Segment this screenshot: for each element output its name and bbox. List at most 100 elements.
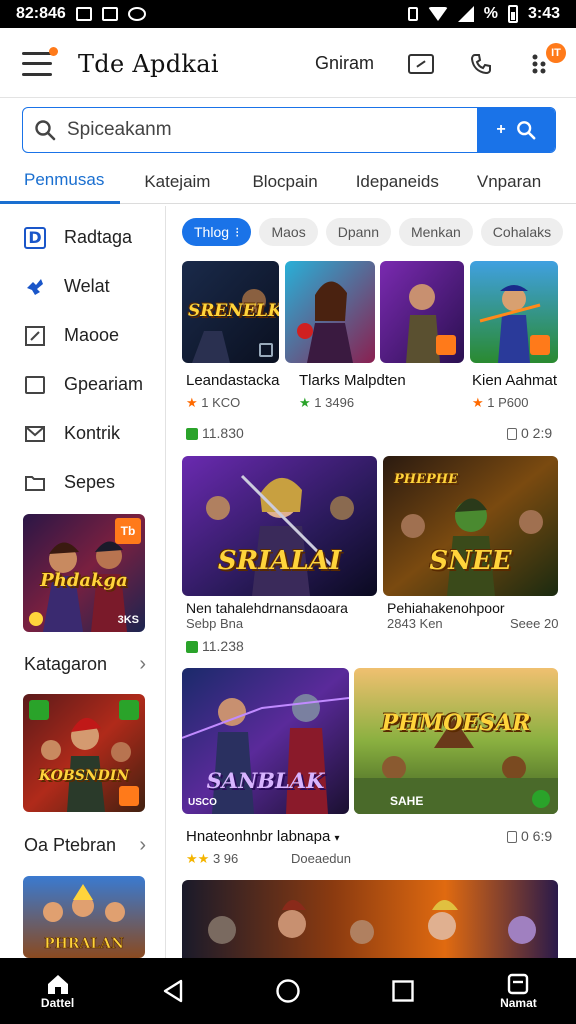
feature-sub: Doeaedun xyxy=(291,851,351,866)
chip-dpann[interactable]: Dpann xyxy=(325,218,391,246)
chat-icon xyxy=(127,7,146,21)
sidebar-item-gpeariam[interactable]: Gpeariam xyxy=(0,360,165,409)
nav-home-button[interactable]: Dattel xyxy=(0,958,115,1024)
feature-title-text: Hnateonhnbr labnapa xyxy=(186,828,331,845)
chevron-right-icon: › xyxy=(139,653,146,675)
chip-label: Thlog xyxy=(194,224,230,240)
promo-tag: 3KS xyxy=(117,614,139,626)
feature-art-text: SANBLAK xyxy=(206,768,325,793)
sidebar-section-katagaron[interactable]: Katagaron › xyxy=(24,653,146,676)
cast-icon[interactable] xyxy=(408,53,434,75)
nav-recents-button[interactable] xyxy=(346,958,461,1024)
home-icon xyxy=(47,975,68,994)
section-title: Katagaron xyxy=(24,654,108,674)
feature-art-top: PHEPHE xyxy=(394,472,458,487)
promo-badge: Tb xyxy=(115,518,141,544)
tab-idepaneids[interactable]: Idepaneids xyxy=(334,160,455,204)
system-nav-bar: Dattel Namat xyxy=(0,958,576,1024)
search-input[interactable] xyxy=(67,119,477,141)
main-content: Thlog ⁝ Maos Dpann Menkan Cohalaks SRENEL… xyxy=(167,206,576,958)
status-time-right: 3:43 xyxy=(527,5,560,22)
feature-title: Pehiahakenohpoor xyxy=(387,600,505,616)
vibrate-icon xyxy=(407,7,418,21)
sidebar: D Radtaga Welat Maooe Gpeariam Kontrik S… xyxy=(0,206,166,958)
sidebar-promo-card-3[interactable]: PHRALAN xyxy=(23,876,145,958)
card-badge-icon xyxy=(530,335,550,355)
tab-penmusas[interactable]: Penmusas xyxy=(0,160,121,204)
tab-katejaim[interactable]: Katejaim xyxy=(120,160,226,204)
card-art-text: SRENELK xyxy=(188,301,279,321)
game-card[interactable] xyxy=(470,261,558,363)
sidebar-item-label: Sepes xyxy=(64,472,116,492)
sidebar-item-label: Kontrik xyxy=(64,423,121,443)
d-logo-icon: D xyxy=(24,226,46,249)
square-icon xyxy=(25,375,45,394)
game-card[interactable]: SRENELK xyxy=(182,261,279,363)
promo-artwork-3: PHRALAN xyxy=(23,876,145,958)
card-title: Kien Aahmat xyxy=(472,372,558,389)
card-logo-icon xyxy=(259,343,273,357)
chip-maos[interactable]: Maos xyxy=(259,218,318,246)
banner-card[interactable] xyxy=(182,880,558,958)
promo-title-art-2: KOBSNDIN xyxy=(38,768,130,784)
rating-value: 1 KCO xyxy=(201,395,241,410)
rating-value: 3 96 xyxy=(212,851,239,866)
nav-back-button[interactable] xyxy=(115,958,230,1024)
promo-logo-icon xyxy=(29,612,43,626)
promo-corner-icon xyxy=(119,700,139,720)
card-title: Tlarks Malpdten xyxy=(299,372,406,389)
feature-card[interactable]: PHEPHE SNEE xyxy=(383,456,558,596)
row-meta-left: 11.830 xyxy=(186,425,244,441)
wifi-icon xyxy=(427,7,448,21)
inbox-icon xyxy=(508,973,529,995)
nav-right-button[interactable]: Namat xyxy=(461,958,576,1024)
plus-icon: + xyxy=(496,121,506,138)
sidebar-item-kontrik[interactable]: Kontrik xyxy=(0,409,165,458)
feature-art-text: SNEE xyxy=(429,546,512,576)
chip-cohalaks[interactable]: Cohalaks xyxy=(480,218,564,246)
sidebar-item-radtaga[interactable]: D Radtaga xyxy=(0,213,165,262)
phone-icon[interactable] xyxy=(468,53,494,75)
chevron-right-icon: › xyxy=(139,834,146,856)
feature-card[interactable]: SRIALAI xyxy=(182,456,377,596)
promo-title-art: Phdakga xyxy=(40,570,128,591)
search-button[interactable]: + xyxy=(477,108,555,152)
chip-menkan[interactable]: Menkan xyxy=(398,218,473,246)
star-icon: ★ xyxy=(299,395,311,410)
sidebar-item-sepes[interactable]: Sepes xyxy=(0,458,165,507)
search-button-icon xyxy=(516,121,536,140)
feature-meta-right: 0 6:9 xyxy=(507,828,552,844)
game-card[interactable] xyxy=(285,261,375,363)
promo-corner-icon xyxy=(29,700,49,720)
sidebar-promo-card[interactable]: Tb Phdakga 3KS xyxy=(23,514,145,632)
verified-icon xyxy=(186,641,198,654)
sidebar-item-maooe[interactable]: Maooe xyxy=(0,311,165,360)
tab-vnparan[interactable]: Vnparan xyxy=(455,160,557,204)
card-badge-icon xyxy=(532,790,550,808)
tab-blocpain[interactable]: Blocpain xyxy=(226,160,333,204)
battery-icon xyxy=(507,5,518,23)
game-card[interactable] xyxy=(380,261,464,363)
card-title: Leandastacka xyxy=(186,372,280,389)
svg-text:PHRALAN: PHRALAN xyxy=(44,936,124,952)
feature-card[interactable]: SANBLAK USCO xyxy=(182,668,349,814)
image-icon xyxy=(75,7,92,21)
appbar-action-text[interactable]: Gniram xyxy=(315,53,374,74)
sidebar-section-oa-ptebran[interactable]: Oa Ptebran › xyxy=(24,834,146,857)
menu-icon[interactable] xyxy=(22,46,58,76)
apps-icon[interactable]: IT xyxy=(528,42,566,75)
filter-chips: Thlog ⁝ Maos Dpann Menkan Cohalaks xyxy=(167,206,576,246)
nav-overview-button[interactable] xyxy=(230,958,345,1024)
sidebar-promo-card-2[interactable]: KOBSNDIN xyxy=(23,694,145,812)
circle-home-icon xyxy=(276,979,300,1003)
download-icon xyxy=(507,428,517,441)
star-icon: ★★ xyxy=(186,851,210,866)
feature-rating: ★★ 3 96 xyxy=(186,851,238,867)
sidebar-item-welat[interactable]: Welat xyxy=(0,262,165,311)
card-rating: ★ 1 3496 xyxy=(299,395,354,411)
row-meta-right: 0 2:9 xyxy=(507,425,552,441)
feature-card[interactable]: PHMOESAR SAHE xyxy=(354,668,558,814)
chip-thlog[interactable]: Thlog ⁝ xyxy=(182,218,252,246)
nav-right-label: Namat xyxy=(500,996,537,1010)
meta-value: 11.238 xyxy=(202,638,244,654)
